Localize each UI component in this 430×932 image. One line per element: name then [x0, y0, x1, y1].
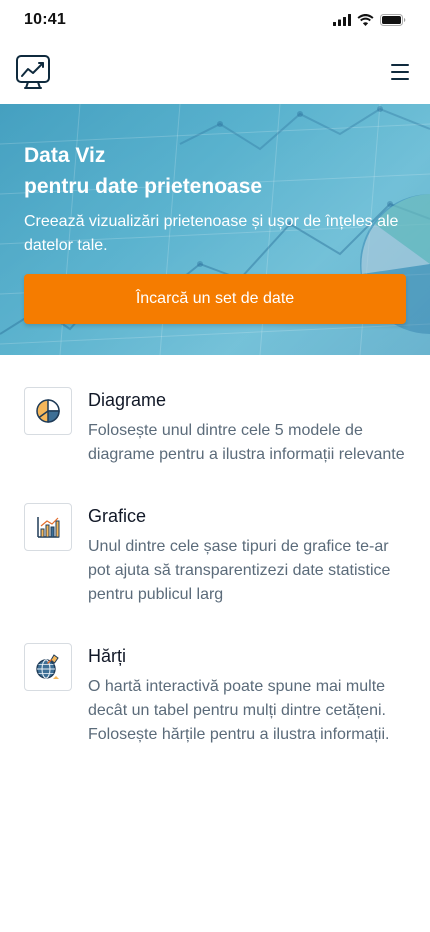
upload-dataset-button[interactable]: Încarcă un set de date: [24, 274, 406, 324]
status-bar: 10:41: [0, 0, 430, 40]
feature-title: Grafice: [88, 506, 147, 526]
status-icons: [333, 14, 406, 26]
feature-title: Hărți: [88, 646, 127, 666]
feature-body: Hărți O hartă interactivă poate spune ma…: [88, 643, 406, 747]
signal-icon: [333, 14, 351, 26]
feature-icon-box: [24, 643, 72, 691]
feature-description: Unul dintre cele șase tipuri de grafice …: [88, 538, 391, 603]
feature-item-maps[interactable]: Hărți O hartă interactivă poate spune ma…: [24, 643, 406, 747]
feature-icon-box: [24, 387, 72, 435]
hero-title-line-2: pentru date prietenoase: [24, 175, 263, 198]
feature-icon-box: [24, 503, 72, 551]
feature-description: O hartă interactivă poate spune mai mult…: [88, 678, 390, 743]
bar-chart-icon: [37, 517, 60, 538]
globe-map-icon: [36, 654, 59, 679]
feature-title: Diagrame: [88, 390, 167, 410]
hero-title-line-1: Data Viz: [24, 144, 106, 167]
feature-item-diagrams[interactable]: Diagrame Folosește unul dintre cele 5 mo…: [24, 387, 406, 467]
feature-item-graphs[interactable]: Grafice Unul dintre cele șase tipuri de …: [24, 503, 406, 607]
hero-content: Data Viz pentru date prietenoase Creează…: [24, 140, 406, 324]
features-list: Diagrame Folosește unul dintre cele 5 mo…: [0, 355, 430, 747]
hero-title: Data Viz pentru date prietenoase: [24, 140, 406, 202]
status-time: 10:41: [24, 11, 66, 28]
hero-subtitle: Creează vizualizări prietenoase și ușor …: [24, 213, 399, 254]
feature-description: Folosește unul dintre cele 5 modele de d…: [88, 422, 405, 463]
feature-body: Diagrame Folosește unul dintre cele 5 mo…: [88, 387, 406, 467]
menu-line: [391, 78, 409, 80]
battery-icon: [380, 14, 406, 26]
menu-line: [391, 64, 409, 66]
wifi-icon: [357, 14, 374, 26]
feature-body: Grafice Unul dintre cele șase tipuri de …: [88, 503, 406, 607]
hamburger-menu-icon[interactable]: [388, 60, 412, 84]
app-header: [0, 40, 430, 104]
hero-banner: Data Viz pentru date prietenoase Creează…: [0, 104, 430, 355]
pie-chart-icon: [36, 399, 60, 423]
chart-monitor-logo-icon[interactable]: [16, 54, 50, 90]
menu-line: [391, 71, 409, 73]
